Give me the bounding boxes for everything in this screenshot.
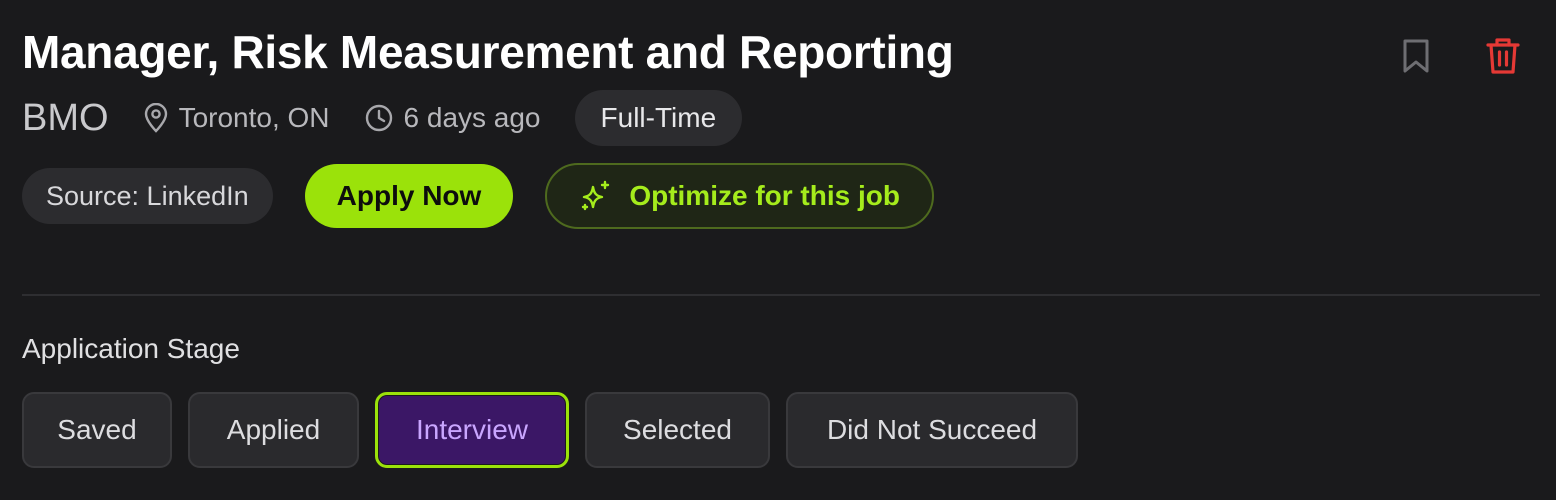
application-stage-selector: Saved Applied Interview Selected Did Not… <box>22 392 1094 468</box>
job-posted: 6 days ago <box>364 102 541 134</box>
optimize-label: Optimize for this job <box>629 180 900 211</box>
job-location: Toronto, ON <box>143 102 330 134</box>
job-meta: BMO Toronto, ON 6 days ago Full-Time <box>22 90 743 146</box>
job-title: Manager, Risk Measurement and Reporting <box>22 26 954 78</box>
stage-applied-button[interactable]: Applied <box>188 392 359 468</box>
apply-now-button[interactable]: Apply Now <box>304 164 514 228</box>
company-name: BMO <box>22 97 109 139</box>
posted-text: 6 days ago <box>403 102 541 133</box>
location-text: Toronto, ON <box>178 102 330 133</box>
employment-type-badge: Full-Time <box>574 90 743 146</box>
map-pin-icon <box>144 103 167 133</box>
delete-button[interactable] <box>1482 34 1524 78</box>
stage-interview-button[interactable]: Interview <box>375 392 569 468</box>
action-row: Source: LinkedIn Apply Now Optimize for … <box>22 163 934 229</box>
stage-selected-button[interactable]: Selected <box>585 392 770 468</box>
sparkles-icon <box>582 180 610 211</box>
optimize-button[interactable]: Optimize for this job <box>545 163 934 229</box>
source-badge: Source: LinkedIn <box>22 168 273 224</box>
stage-saved-button[interactable]: Saved <box>22 392 172 468</box>
job-detail-card: Manager, Risk Measurement and Reporting … <box>0 0 1556 500</box>
application-stage-label: Application Stage <box>22 333 240 364</box>
clock-icon <box>365 104 392 132</box>
section-divider <box>22 294 1540 296</box>
stage-did-not-succeed-button[interactable]: Did Not Succeed <box>786 392 1078 468</box>
bookmark-icon <box>1403 39 1429 73</box>
bookmark-button[interactable] <box>1396 36 1436 76</box>
trash-icon <box>1486 38 1520 74</box>
